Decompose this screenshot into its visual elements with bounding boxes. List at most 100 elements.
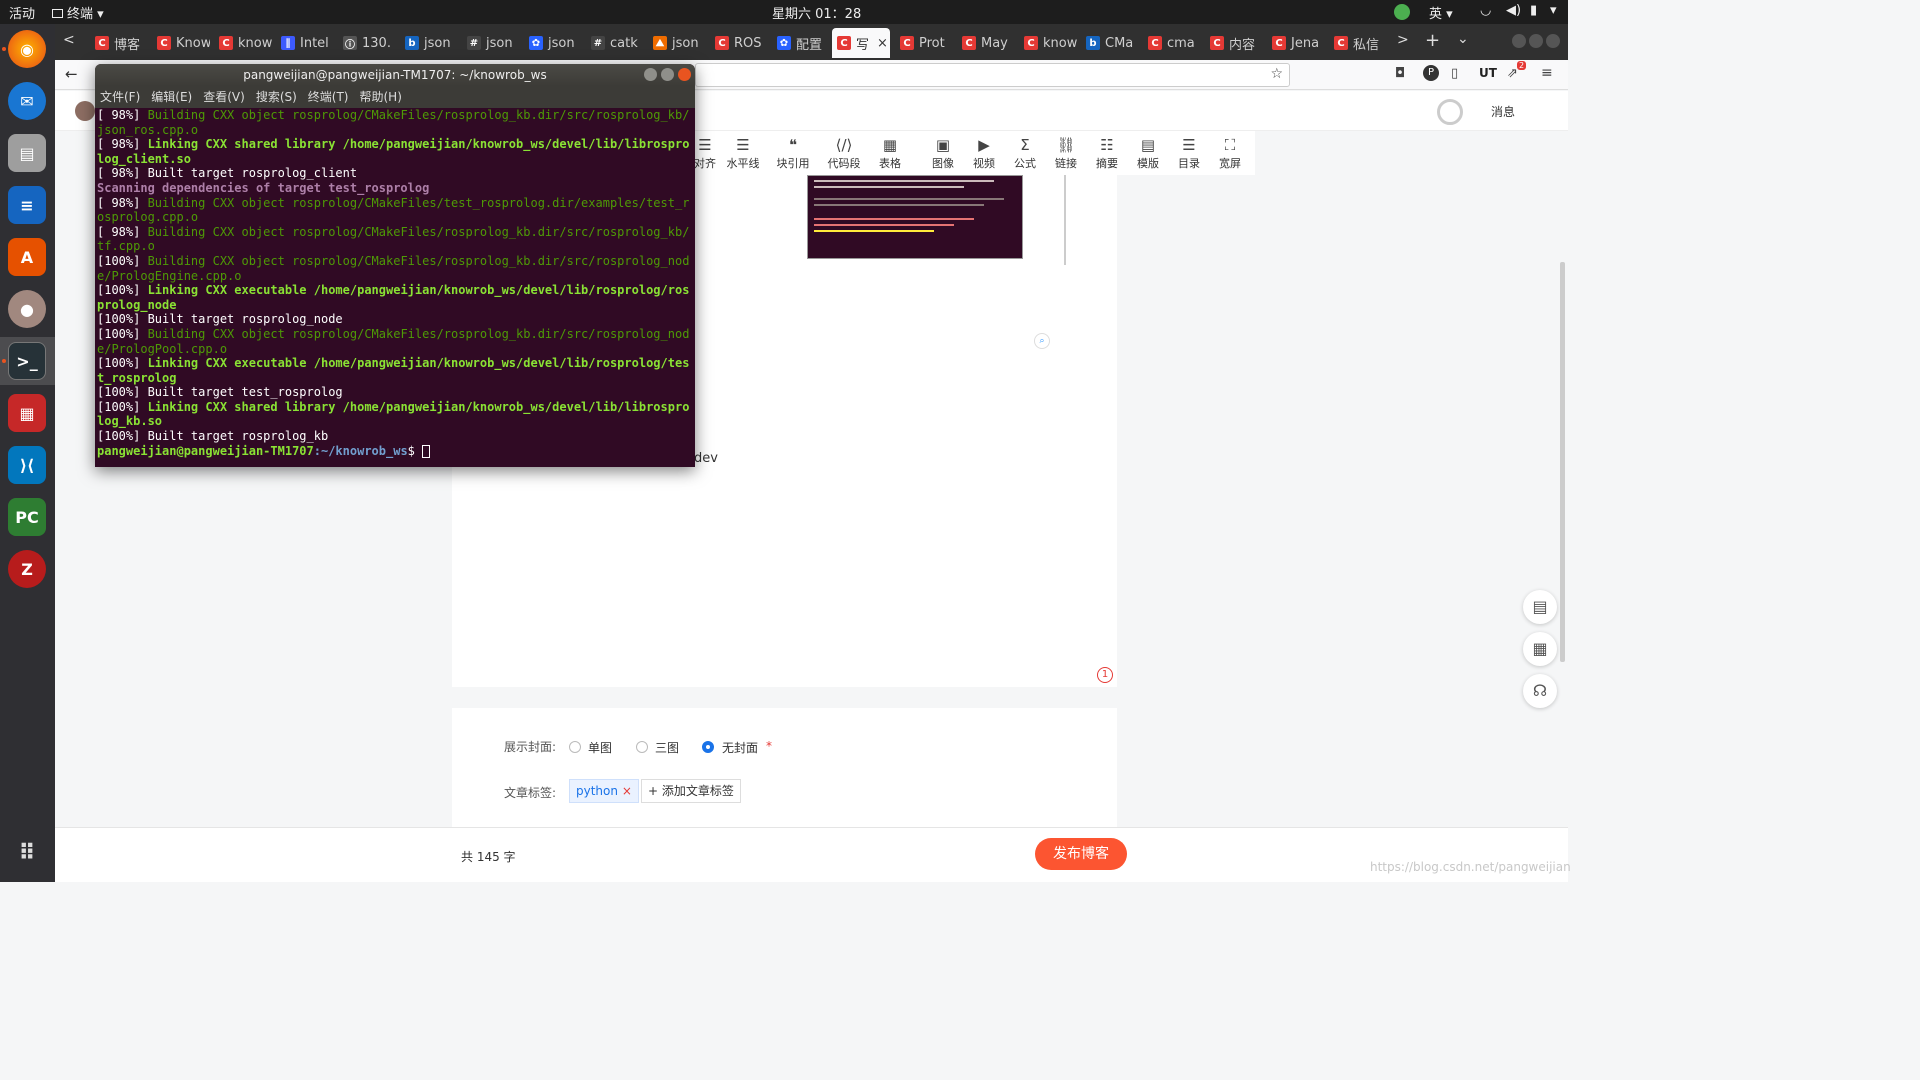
terminal-close-button[interactable] bbox=[678, 68, 691, 81]
terminal-prompt[interactable]: pangweijian@pangweijian-TM1707:~/knowrob… bbox=[97, 444, 693, 459]
clock[interactable]: 星期六 01：28 bbox=[772, 3, 861, 22]
vscode-icon[interactable]: ⟩⟨ bbox=[8, 446, 46, 484]
menu-search[interactable]: 搜索(S) bbox=[256, 90, 297, 104]
add-tag-button[interactable]: + 添加文章标签 bbox=[641, 779, 741, 803]
back-icon[interactable]: ← bbox=[65, 65, 78, 83]
app-menu[interactable]: 终端 ▾ bbox=[52, 3, 104, 22]
csdn-c-logo-icon[interactable] bbox=[1437, 99, 1463, 125]
software-center-icon[interactable]: A bbox=[8, 238, 46, 276]
menu-edit[interactable]: 编辑(E) bbox=[151, 90, 192, 104]
browser-tab[interactable]: C 博客 bbox=[90, 28, 148, 58]
browser-tab[interactable]: ✿ 配置 bbox=[772, 28, 830, 58]
browser-tab[interactable]: ✿ json bbox=[524, 28, 582, 58]
writer-icon[interactable]: ≡ bbox=[8, 186, 46, 224]
browser-tab[interactable]: b CMa bbox=[1081, 28, 1139, 58]
browser-tab[interactable]: # catk bbox=[586, 28, 644, 58]
browser-tab[interactable]: Cknow bbox=[1019, 28, 1077, 58]
tab-scroll-right-icon[interactable]: > bbox=[1397, 32, 1409, 48]
browser-tab[interactable]: Ccma bbox=[1143, 28, 1201, 58]
tool-table[interactable]: ▦ 表格 bbox=[870, 135, 910, 171]
page-scrollbar[interactable] bbox=[1560, 262, 1565, 662]
browser-tab[interactable]: Cknow bbox=[214, 28, 272, 58]
tool-code[interactable]: ⟨/⟩ 代码段 bbox=[824, 135, 864, 171]
radio-single-cover[interactable] bbox=[569, 741, 581, 753]
tab-scroll-left-icon[interactable]: < bbox=[63, 32, 75, 48]
tab-list-icon[interactable]: ⌄ bbox=[1457, 31, 1469, 47]
tool-video[interactable]: ▶ 视频 bbox=[964, 135, 1004, 171]
tab-close-icon[interactable]: × bbox=[877, 36, 888, 51]
new-tab-icon[interactable]: + bbox=[1425, 30, 1440, 51]
comment-count-badge[interactable]: 1 bbox=[1097, 667, 1113, 683]
tool-hr[interactable]: ☰ 水平线 bbox=[723, 135, 763, 171]
tool-link[interactable]: ⛓ 链接 bbox=[1046, 135, 1086, 171]
browser-tab[interactable]: C Know bbox=[152, 28, 210, 58]
browser-tab[interactable]: ∥ Intel bbox=[276, 28, 334, 58]
tool-template[interactable]: ▤ 模版 bbox=[1128, 135, 1168, 171]
tool-summary[interactable]: ☷ 摘要 bbox=[1087, 135, 1127, 171]
browser-tab[interactable]: C Prot bbox=[895, 28, 953, 58]
extension-p-icon[interactable]: P bbox=[1423, 65, 1439, 81]
radio-no-cover[interactable] bbox=[702, 741, 714, 753]
pycharm-icon[interactable]: PC bbox=[8, 498, 46, 536]
input-method[interactable]: 英 ▾ bbox=[1429, 3, 1453, 22]
qrcode-icon[interactable]: ▦ bbox=[1523, 632, 1557, 666]
browser-tab[interactable]: b json bbox=[400, 28, 458, 58]
menu-file[interactable]: 文件(F) bbox=[100, 90, 140, 104]
extension-notify-icon[interactable]: ⇗ bbox=[1507, 66, 1518, 81]
browser-tab[interactable]: C 写 × bbox=[832, 28, 890, 58]
system-menu-icon[interactable]: ▾ bbox=[1550, 3, 1557, 18]
terminal-minimize-button[interactable] bbox=[644, 68, 657, 81]
thunderbird-icon[interactable]: ✉ bbox=[8, 82, 46, 120]
tool-toc[interactable]: ☰ 目录 bbox=[1169, 135, 1209, 171]
update-icon[interactable] bbox=[1394, 4, 1410, 20]
activities-button[interactable]: 活动 bbox=[9, 3, 35, 22]
avatar[interactable] bbox=[75, 101, 95, 121]
browser-tab[interactable]: C 内容 bbox=[1205, 28, 1263, 58]
battery-icon[interactable]: ▮ bbox=[1530, 3, 1537, 18]
menu-terminal[interactable]: 终端(T) bbox=[308, 90, 349, 104]
menu-help[interactable]: 帮助(H) bbox=[360, 90, 402, 104]
tool-wide[interactable]: ⛶ 宽屏 bbox=[1210, 135, 1250, 171]
app-red-icon[interactable]: ▦ bbox=[8, 394, 46, 432]
window-close-button[interactable] bbox=[1546, 34, 1560, 48]
radio-three-cover[interactable] bbox=[636, 741, 648, 753]
url-bar[interactable]: ☆ bbox=[695, 63, 1290, 87]
window-minimize-button[interactable] bbox=[1512, 34, 1526, 48]
pocket-icon[interactable]: ◘ bbox=[1395, 66, 1405, 81]
zotero-icon[interactable]: Z bbox=[8, 550, 46, 588]
browser-tab[interactable]: C May bbox=[957, 28, 1015, 58]
show-apps-icon[interactable]: ⠿ bbox=[8, 834, 46, 872]
tool-quote[interactable]: ❝ 块引用 bbox=[773, 135, 813, 171]
terminal-maximize-button[interactable] bbox=[661, 68, 674, 81]
browser-tab[interactable]: C 私信 bbox=[1329, 28, 1387, 58]
extension-ut-icon[interactable]: UT bbox=[1479, 66, 1497, 80]
browser-tab[interactable]: ⛰ json bbox=[648, 28, 706, 58]
terminal-window[interactable]: pangweijian@pangweijian-TM1707: ~/knowro… bbox=[95, 64, 695, 467]
browser-tab[interactable]: C Jena bbox=[1267, 28, 1325, 58]
files-icon[interactable]: ▤ bbox=[8, 134, 46, 172]
messages-link[interactable]: 消息 bbox=[1491, 103, 1515, 120]
zoom-icon[interactable]: ⌕ bbox=[1034, 333, 1050, 349]
reader-icon[interactable]: ▯ bbox=[1451, 66, 1458, 81]
tool-formula[interactable]: Σ 公式 bbox=[1005, 135, 1045, 171]
terminal-titlebar[interactable]: pangweijian@pangweijian-TM1707: ~/knowro… bbox=[95, 64, 695, 86]
tag-chip[interactable]: python × bbox=[569, 779, 639, 803]
clipboard-icon[interactable]: ▤ bbox=[1523, 590, 1557, 624]
volume-icon[interactable]: ◀) bbox=[1506, 3, 1521, 18]
wifi-icon[interactable]: ◡ bbox=[1480, 3, 1491, 18]
terminal-output[interactable]: [ 98%] Building CXX object rosprolog/CMa… bbox=[95, 108, 695, 458]
firefox-icon[interactable]: ◉ bbox=[8, 30, 46, 68]
tool-image[interactable]: ▣ 图像 bbox=[923, 135, 963, 171]
tag-remove-icon[interactable]: × bbox=[622, 784, 632, 798]
bookmark-star-icon[interactable]: ☆ bbox=[1270, 66, 1283, 82]
browser-tab[interactable]: # json bbox=[462, 28, 520, 58]
browser-tab[interactable]: C ROS bbox=[710, 28, 768, 58]
acorn-app-icon[interactable]: ● bbox=[8, 290, 46, 328]
publish-button[interactable]: 发布博客 bbox=[1035, 838, 1127, 870]
hamburger-menu-icon[interactable]: ≡ bbox=[1541, 65, 1553, 81]
window-maximize-button[interactable] bbox=[1529, 34, 1543, 48]
menu-view[interactable]: 查看(V) bbox=[203, 90, 245, 104]
headset-icon[interactable]: ☊ bbox=[1523, 674, 1557, 708]
terminal-icon[interactable]: >_ bbox=[8, 342, 46, 380]
browser-tab[interactable]: ⓘ 130. bbox=[338, 28, 396, 58]
